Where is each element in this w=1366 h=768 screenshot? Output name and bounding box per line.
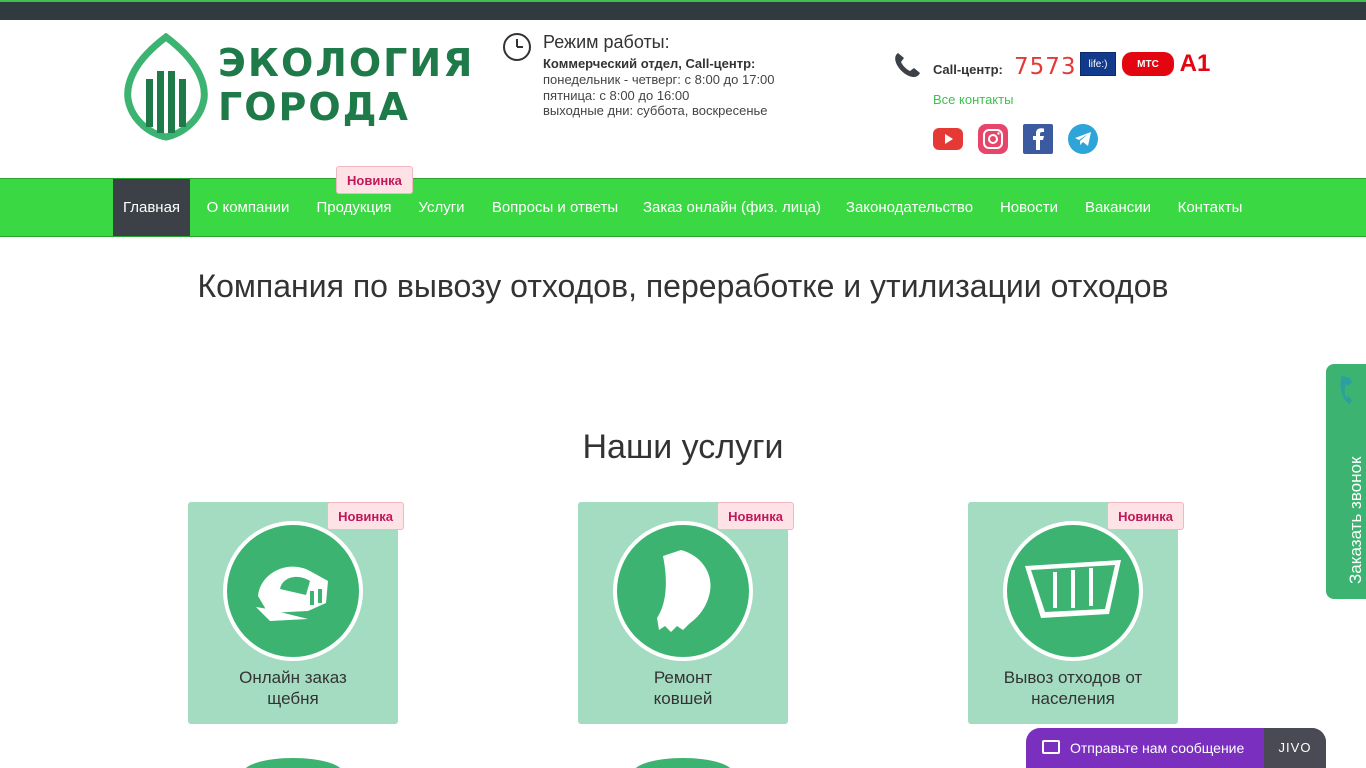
hours-line-2: пятница: с 8:00 до 16:00 [543, 88, 690, 103]
service-card-new-badge: Новинка [1107, 502, 1184, 530]
instagram-icon[interactable] [978, 124, 1008, 154]
callback-widget[interactable]: Заказать звонок [1326, 364, 1366, 599]
telegram-icon[interactable] [1068, 124, 1098, 154]
nav-item-services[interactable]: Услуги [410, 179, 473, 236]
service-card-peek [633, 758, 733, 768]
service-card-label-line-1: Вывоз отходов от [1003, 668, 1143, 687]
nav-item-online-order[interactable]: Заказ онлайн (физ. лица) [636, 179, 828, 236]
all-contacts-link[interactable]: Все контакты [933, 92, 1013, 107]
service-card-household-waste[interactable]: Вывоз отходов от населения Новинка [968, 502, 1184, 724]
service-card-gravel-order[interactable]: Онлайн заказ щебня Новинка [188, 502, 404, 724]
hours-line-3: выходные дни: суббота, воскресенье [543, 103, 768, 118]
nav-item-home[interactable]: Главная [113, 179, 190, 236]
facebook-icon[interactable] [1023, 124, 1053, 154]
site-logo[interactable]: ЭКОЛОГИЯ ГОРОДА [124, 33, 472, 141]
chat-widget[interactable]: Отправьте нам сообщение JIVO [1026, 728, 1326, 768]
mts-operator-icon: МТС [1122, 52, 1174, 76]
call-label: Call-центр: [933, 62, 1003, 77]
nav-item-faq[interactable]: Вопросы и ответы [482, 179, 628, 236]
youtube-icon[interactable] [933, 128, 963, 150]
top-bar [0, 0, 1366, 20]
call-number[interactable]: 7573 [1014, 54, 1077, 80]
excavator-bucket-icon [613, 521, 753, 661]
clock-icon [503, 33, 531, 61]
jivo-logo: JIVO [1264, 728, 1326, 768]
logo-text: ЭКОЛОГИЯ ГОРОДА [218, 41, 474, 129]
hours-line-1: понедельник - четверг: с 8:00 до 17:00 [543, 72, 775, 87]
hours-dept: Коммерческий отдел, Call-центр: [543, 56, 756, 71]
service-card-label: Вывоз отходов от населения [968, 667, 1178, 709]
a1-operator-icon: A1 [1179, 50, 1211, 77]
service-card-label-line-1: Онлайн заказ [239, 668, 347, 687]
logo-line-2: ГОРОДА [218, 85, 410, 129]
service-card-new-badge: Новинка [717, 502, 794, 530]
callback-label: Заказать звонок [1346, 456, 1365, 584]
main-nav: Главная О компании Продукция Услуги Вопр… [0, 178, 1366, 237]
service-card-label-line-2: населения [1031, 689, 1115, 708]
service-card-label: Онлайн заказ щебня [188, 667, 398, 709]
logo-line-1: ЭКОЛОГИЯ [218, 41, 475, 85]
waste-container-icon [1003, 521, 1143, 661]
bucket-icon [223, 521, 363, 661]
service-card-label: Ремонт ковшей [578, 667, 788, 709]
call-center: Call-центр: 7573 life:) МТС A1 Все конта… [892, 50, 1232, 160]
service-card-label-line-1: Ремонт [653, 668, 713, 687]
nav-item-news[interactable]: Новости [991, 179, 1067, 236]
nav-item-vacancies[interactable]: Вакансии [1077, 179, 1159, 236]
service-card-label-line-2: щебня [267, 689, 319, 708]
nav-item-contacts[interactable]: Контакты [1168, 179, 1252, 236]
hours-title: Режим работы: [543, 32, 670, 52]
service-card-label-line-2: ковшей [653, 689, 713, 708]
nav-item-legislation[interactable]: Законодательство [838, 179, 981, 236]
nav-item-about[interactable]: О компании [195, 179, 301, 236]
phone-icon [1340, 376, 1352, 404]
nav-new-badge: Новинка [336, 166, 413, 194]
page-intro-title: Компания по вывозу отходов, переработке … [197, 268, 1169, 304]
service-card-new-badge: Новинка [327, 502, 404, 530]
leaf-logo-icon [124, 33, 208, 141]
service-card-peek [243, 758, 343, 768]
chat-widget-label: Отправьте нам сообщение [1070, 740, 1245, 756]
services-title: Наши услуги [582, 428, 784, 466]
envelope-icon [1042, 740, 1060, 754]
service-card-bucket-repair[interactable]: Ремонт ковшей Новинка [578, 502, 794, 724]
life-operator-icon: life:) [1080, 52, 1116, 76]
phone-icon [895, 53, 920, 77]
